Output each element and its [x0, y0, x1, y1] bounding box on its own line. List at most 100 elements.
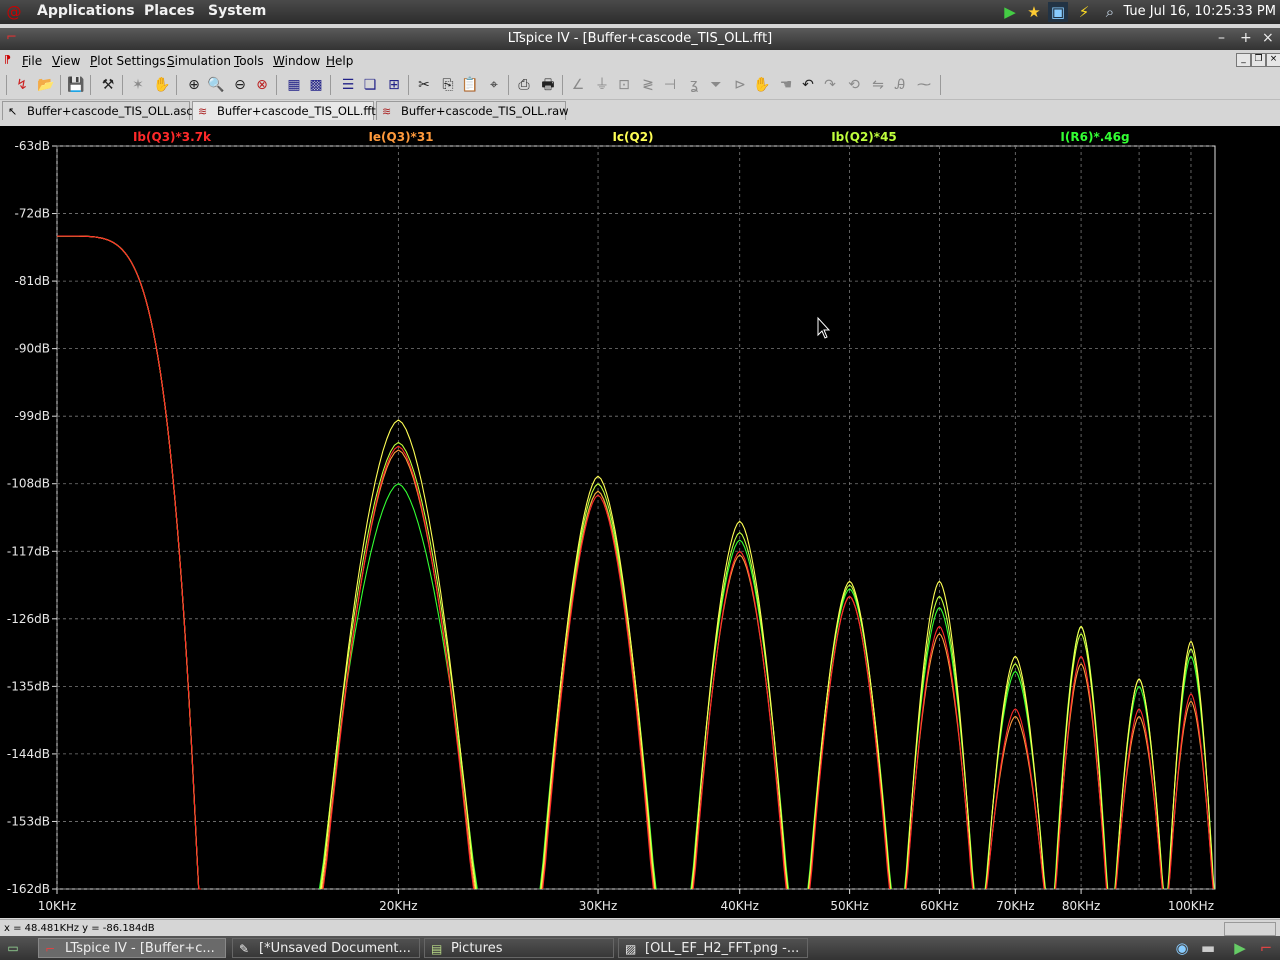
autorange-icon[interactable]: ▦ [284, 75, 304, 95]
ltspice-task-icon: ⌐ [45, 942, 56, 956]
play-icon[interactable]: ▶ [1000, 2, 1020, 22]
window-titlebar[interactable]: ⌐ LTspice IV - [Buffer+cascode_TIS_OLL.f… [0, 28, 1280, 50]
task-label: [OLL_EF_H2_FFT.png -... [645, 941, 800, 956]
open-icon[interactable]: 📂 [36, 75, 56, 95]
y-tick-label: -108dB [7, 477, 50, 491]
search-icon[interactable]: ⌕ [1100, 2, 1120, 22]
tile-vertical-icon[interactable]: ⊞ [384, 75, 404, 95]
panel-clock[interactable]: Tue Jul 16, 10:25:33 PM [1123, 4, 1276, 19]
tab-raw[interactable]: ≋ Buffer+cascode_TIS_OLL.raw [376, 101, 569, 120]
workspace-icon[interactable]: ▶ [1230, 938, 1250, 958]
minimize-icon[interactable]: – [1218, 30, 1225, 46]
menu-file[interactable]: File [22, 54, 42, 68]
y-tick-label: -162dB [7, 882, 50, 896]
star-icon[interactable]: ★ [1024, 2, 1044, 22]
waveform-icon: ≋ [198, 105, 208, 118]
window-title: LTspice IV - [Buffer+cascode_TIS_OLL.fft… [507, 31, 773, 46]
label-net-icon[interactable]: ⊡ [614, 75, 634, 95]
task-pictures[interactable]: ▤ Pictures [424, 938, 614, 958]
cascade-icon[interactable]: ❏ [360, 75, 380, 95]
menu-help[interactable]: Help [326, 54, 353, 68]
text-icon[interactable]: Ꭿ [890, 75, 910, 95]
redo-icon[interactable]: ↷ [820, 75, 840, 95]
tab-fft[interactable]: ≋ Buffer+cascode_TIS_OLL.fft [192, 101, 376, 120]
inductor-icon[interactable]: ʓ [684, 75, 704, 95]
halt-icon[interactable]: ✋ [152, 75, 172, 95]
menu-simulation[interactable]: Simulation [167, 54, 231, 68]
panel-menu-applications[interactable]: Applications [37, 3, 135, 19]
find-icon[interactable]: ⌖ [484, 75, 504, 95]
move-icon[interactable]: ✋ [752, 75, 772, 95]
diode-icon[interactable]: ⏷ [706, 75, 726, 95]
control-panel-icon[interactable]: ⚒ [98, 75, 118, 95]
copy-icon[interactable]: ⎘ [438, 75, 458, 95]
debian-logo-icon[interactable]: @ [4, 2, 24, 22]
save-icon[interactable]: 💾 [66, 75, 86, 95]
rotate-icon[interactable]: ⟲ [844, 75, 864, 95]
undo-icon[interactable]: ↶ [798, 75, 818, 95]
zoom-in-icon[interactable]: ⊕ [184, 75, 204, 95]
toolbar-separator [330, 75, 331, 95]
tab-schematic[interactable]: ↖ Buffer+cascode_TIS_OLL.asc [2, 101, 193, 120]
print-preview-icon[interactable]: ⎙ [514, 75, 534, 95]
y-tick-label: -126dB [7, 612, 50, 626]
toolbar-separator [562, 75, 563, 95]
ground-icon[interactable]: ⏚ [592, 75, 612, 95]
task-image-viewer[interactable]: ▨ [OLL_EF_H2_FFT.png -... [618, 938, 808, 958]
mdi-close-icon[interactable]: × [1266, 53, 1280, 67]
ltspice-tray-icon[interactable]: ⌐ [1256, 938, 1276, 958]
panel-menu-places[interactable]: Places [144, 3, 195, 19]
grid-icon[interactable]: ▩ [306, 75, 326, 95]
new-schematic-icon[interactable]: ↯ [12, 75, 32, 95]
zoom-out-icon[interactable]: ⊖ [230, 75, 250, 95]
x-tick-label: 80KHz [1062, 899, 1100, 913]
resistor-icon[interactable]: ≷ [638, 75, 658, 95]
mdi-minimize-icon[interactable]: _ [1236, 53, 1251, 67]
lightning-icon[interactable]: ⚡ [1074, 2, 1094, 22]
component-icon[interactable]: ⊳ [730, 75, 750, 95]
menu-plot-settings[interactable]: Plot Settings [90, 54, 166, 68]
terminal-icon[interactable]: ▬ [1198, 938, 1218, 958]
fft-plot[interactable]: Ib(Q3)*3.7k Ie(Q3)*31 Ic(Q2) Ib(Q2)*45 I(R6)… [0, 126, 1280, 918]
task-label: Pictures [451, 941, 503, 956]
tab-label: Buffer+cascode_TIS_OLL.raw [401, 104, 569, 118]
tab-label: Buffer+cascode_TIS_OLL.fft [217, 104, 376, 118]
close-icon[interactable]: × [1262, 30, 1274, 46]
toolbar-separator [60, 75, 61, 95]
spice-directive-icon[interactable]: ⁓ [914, 75, 934, 95]
document-icon[interactable]: ⁋ [4, 53, 11, 66]
task-ltspice[interactable]: ⌐ LTspice IV - [Buffer+c... [38, 938, 226, 958]
waveform-viewer[interactable]: Ib(Q3)*3.7k Ie(Q3)*31 Ic(Q2) Ib(Q2)*45 I(R6)… [0, 126, 1280, 918]
toolbar-separator [408, 75, 409, 95]
tile-horizontal-icon[interactable]: ☰ [338, 75, 358, 95]
schematic-icon: ↖ [8, 105, 18, 118]
legend-entry: I(R6)*.46g [1060, 130, 1129, 144]
menu-tools[interactable]: Tools [234, 54, 264, 68]
toolbar-separator [940, 75, 941, 95]
zoom-area-icon[interactable]: 🔍 [206, 75, 226, 95]
panel-menu-system[interactable]: System [208, 3, 266, 19]
mdi-restore-icon[interactable]: ❐ [1251, 53, 1266, 67]
run-icon[interactable]: ✶ [128, 75, 148, 95]
menu-view[interactable]: View [52, 54, 80, 68]
print-icon[interactable]: 🖶 [538, 75, 558, 95]
y-tick-label: -144dB [7, 747, 50, 761]
show-desktop-icon[interactable]: ▭ [3, 938, 23, 958]
maximize-icon[interactable]: + [1240, 30, 1252, 46]
wire-icon[interactable]: ∠ [568, 75, 588, 95]
x-tick-label: 20KHz [379, 899, 417, 913]
mirror-icon[interactable]: ⇋ [868, 75, 888, 95]
zoom-fit-icon[interactable]: ⊗ [252, 75, 272, 95]
paste-icon[interactable]: 📋 [460, 75, 480, 95]
menu-window[interactable]: Window [273, 54, 320, 68]
y-tick-label: -63dB [15, 139, 50, 153]
document-tabs: ↖ Buffer+cascode_TIS_OLL.asc ≋ Buffer+ca… [0, 100, 1280, 122]
drag-icon[interactable]: ☚ [776, 75, 796, 95]
capacitor-icon[interactable]: ⊣ [660, 75, 680, 95]
toolbar-separator [508, 75, 509, 95]
network-icon[interactable]: ◉ [1172, 938, 1192, 958]
app-launcher-icon[interactable]: ▣ [1048, 2, 1068, 22]
cut-icon[interactable]: ✂ [414, 75, 434, 95]
task-text-editor[interactable]: ✎ [*Unsaved Document... [232, 938, 420, 958]
x-tick-label: 100KHz [1168, 899, 1214, 913]
